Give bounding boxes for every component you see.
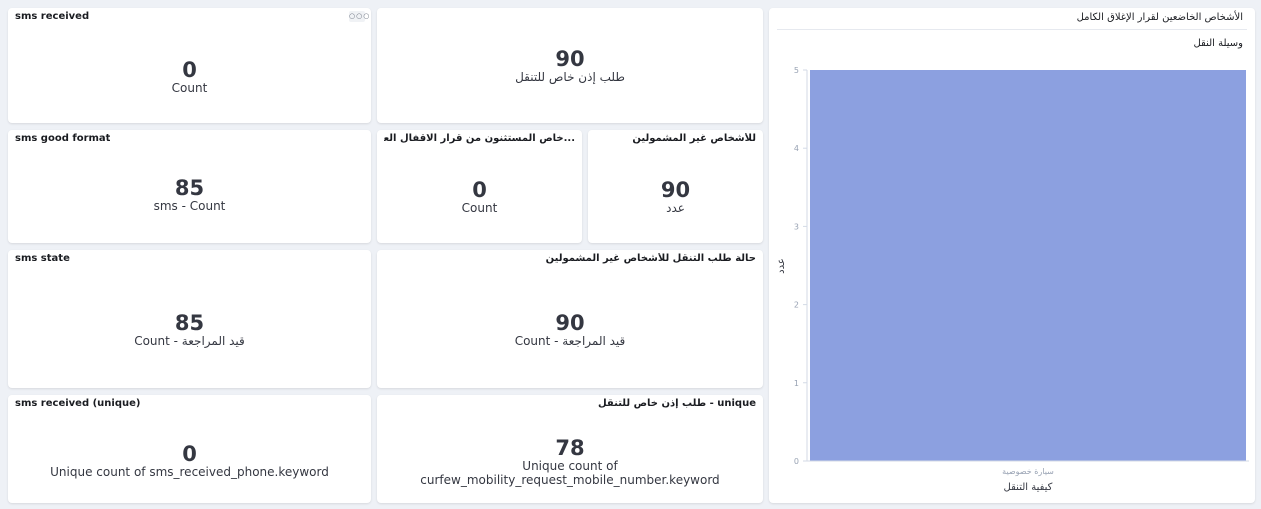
panel-title: حالة طلب التنقل للأشخاص غير المشمولين [545,253,756,264]
panel-title: ...خاص المستثنون من قرار الاقفال العام [384,133,575,144]
metric-value: 85 [174,176,205,200]
panel-not-covered: للأشخاص غير المشمولين 90 عدد [588,130,763,243]
panel-title: sms received (unique) [15,398,141,409]
metric-label-line1: Unique count of [522,459,618,473]
metric-label: عدد [666,201,685,215]
y-tick-label: 2 [794,301,799,310]
metric-label: Count - قيد المراجعة [514,334,626,348]
y-axis: 0 1 2 3 4 5 [794,66,808,466]
metric-value: 90 [555,311,585,335]
panel-sms-received: sms received ○○○ 0 Count [8,8,371,123]
x-axis: سيارة خصوصية [807,460,1249,476]
metric-label: sms - Count [153,199,226,213]
panel-sms-good-format: sms good format 85 sms - Count [8,130,371,243]
metric-label: Unique count of sms_received_phone.keywo… [50,465,329,479]
panel-options-icon[interactable]: ○○○ [349,11,369,22]
metric-label: طلب إذن خاص للتنقل [515,70,625,84]
metric-value: 90 [555,47,585,71]
metric-value: 85 [174,311,205,335]
metric-label-line2: curfew_mobility_request_mobile_number.ke… [420,473,720,487]
bar-chart: عدد 0 1 2 3 4 5 سيارة خصوصية كيفية التنقل [776,66,1249,493]
bar[interactable] [810,70,1246,461]
metric-label: Count [171,81,208,95]
panel-mobility-request: 90 طلب إذن خاص للتنقل [377,8,763,123]
y-tick-label: 4 [794,144,799,153]
panel-sms-received-unique: sms received (unique) 0 Unique count of … [8,395,371,503]
y-tick-label: 0 [794,457,799,466]
panel-title: للأشخاص غير المشمولين [632,133,756,144]
panel-title: sms received [15,11,90,22]
metric-value: 78 [555,436,585,460]
panel-title: unique - طلب إذن خاص للتنقل [597,398,756,409]
panel-title: sms good format [15,133,111,144]
metric-label: Count [461,201,498,215]
metric-label: Count - قيد المراجعة [134,334,245,348]
x-axis-label: كيفية التنقل [1004,482,1053,493]
panel-title: sms state [15,253,70,264]
panel-mobility-state: حالة طلب التنقل للأشخاص غير المشمولين 90… [377,250,763,388]
panel-mobility-unique: unique - طلب إذن خاص للتنقل 78 Unique co… [377,395,763,503]
y-axis-label: عدد [776,258,787,274]
metric-value: 90 [660,178,691,202]
x-tick-label: سيارة خصوصية [1002,467,1054,476]
y-tick-label: 1 [794,379,799,388]
metric-value: 0 [472,178,487,202]
metric-value: 0 [182,58,197,82]
metric-value: 0 [182,442,197,466]
y-tick-label: 3 [794,222,799,231]
panel-excluded-persons: ...خاص المستثنون من قرار الاقفال العام 0… [377,130,582,243]
y-tick-label: 5 [794,66,799,75]
panel-bar-chart: الأشخاص الخاضعين لقرار الإغلاق الكامل وس… [769,8,1255,503]
panel-sms-state: sms state 85 Count - قيد المراجعة [8,250,371,388]
bars [810,70,1246,461]
